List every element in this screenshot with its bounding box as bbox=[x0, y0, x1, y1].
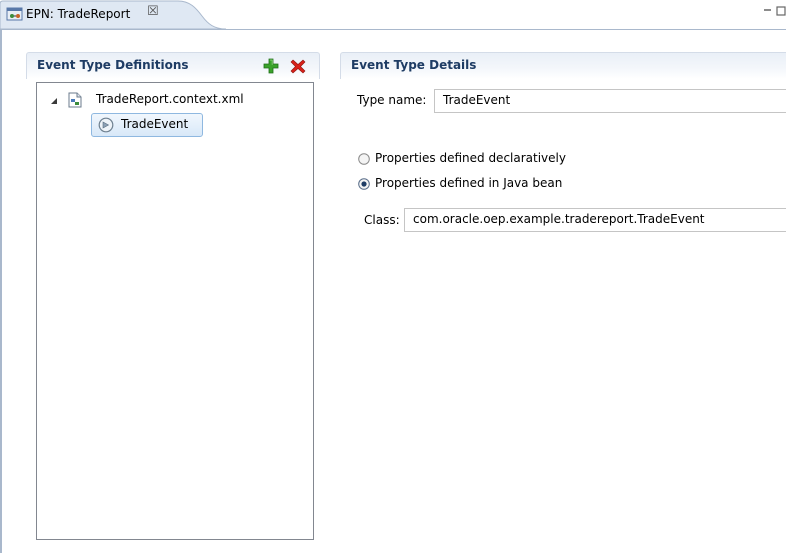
editor-frame-left bbox=[0, 30, 2, 553]
x-icon[interactable] bbox=[290, 58, 306, 74]
section-title: Event Type Details bbox=[351, 58, 477, 72]
tree-item-label: TradeEvent bbox=[121, 117, 189, 131]
tree-expand-arrow-icon[interactable] bbox=[50, 97, 58, 105]
class-label: Class: bbox=[364, 213, 400, 227]
event-type-details-section: Event Type Details bbox=[340, 52, 786, 79]
radio-java-bean-label[interactable]: Properties defined in Java bean bbox=[375, 176, 562, 190]
xml-file-icon bbox=[68, 92, 82, 108]
close-tab-icon[interactable]: ☒ bbox=[147, 5, 159, 19]
plus-icon[interactable] bbox=[263, 58, 279, 74]
minimize-maximize-icon[interactable] bbox=[762, 5, 786, 19]
tab-title[interactable]: EPN: TradeReport bbox=[26, 7, 130, 21]
radio-declarative[interactable] bbox=[358, 153, 370, 165]
type-name-field[interactable]: TradeEvent bbox=[434, 89, 786, 113]
tab-underline bbox=[0, 29, 786, 30]
radio-java-bean[interactable] bbox=[358, 178, 370, 190]
class-value: com.oracle.oep.example.tradereport.Trade… bbox=[413, 212, 705, 226]
type-name-value: TradeEvent bbox=[443, 93, 511, 107]
section-title: Event Type Definitions bbox=[37, 58, 189, 72]
class-field[interactable]: com.oracle.oep.example.tradereport.Trade… bbox=[404, 208, 786, 232]
tree-root-label[interactable]: TradeReport.context.xml bbox=[96, 92, 244, 106]
type-name-label: Type name: bbox=[357, 93, 427, 107]
event-type-definitions-section: Event Type Definitions bbox=[26, 52, 320, 79]
event-type-icon bbox=[98, 117, 114, 133]
event-type-tree[interactable]: TradeReport.context.xml TradeEvent bbox=[36, 82, 314, 540]
editor-tab-bar: EPN: TradeReport ☒ bbox=[0, 0, 786, 30]
epn-editor-icon bbox=[6, 7, 23, 21]
radio-declarative-label[interactable]: Properties defined declaratively bbox=[375, 151, 566, 165]
tree-item-tradeevent[interactable]: TradeEvent bbox=[91, 113, 203, 137]
